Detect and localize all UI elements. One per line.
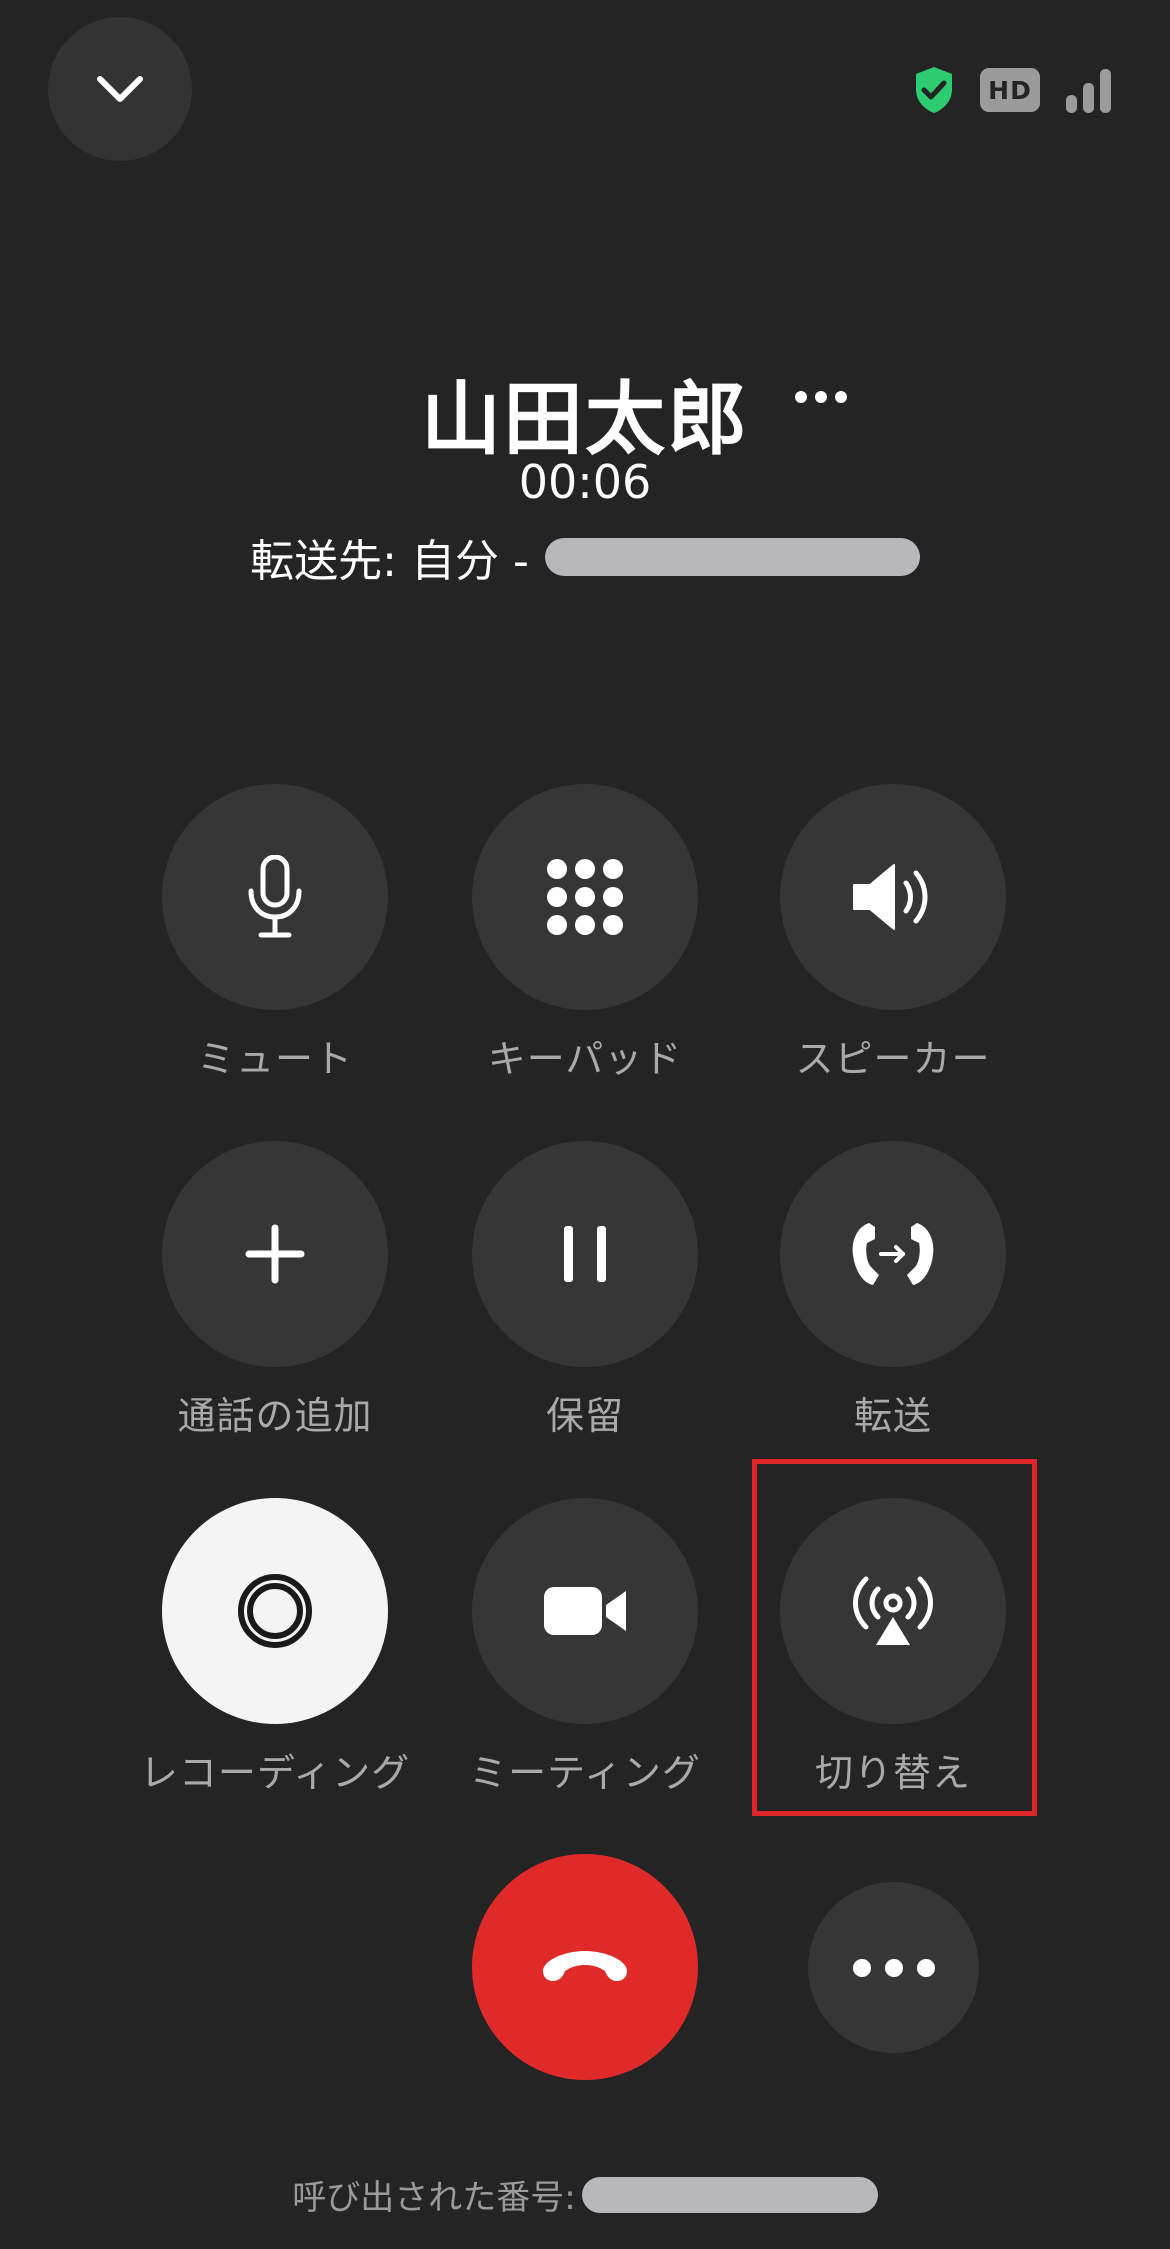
keypad-circle[interactable] (472, 784, 698, 1010)
signal-bars-icon (1066, 69, 1111, 113)
mute-label: ミュート (196, 1037, 353, 1081)
pause-icon (564, 1226, 606, 1282)
plus-icon (245, 1224, 305, 1284)
call-timer: 00:06 (518, 455, 652, 509)
called-number-label: 呼び出された番号: (292, 2178, 576, 2218)
collapse-button[interactable] (48, 17, 192, 161)
more-button[interactable] (808, 1882, 979, 2053)
caller-more-icon[interactable] (795, 391, 847, 403)
recording-label: レコーディング (139, 1751, 411, 1795)
chevron-down-icon (97, 76, 143, 102)
recording-button[interactable]: レコーディング (110, 1498, 440, 1797)
add-call-button[interactable]: 通話の追加 (110, 1141, 440, 1440)
status-icons: HD (912, 62, 1114, 118)
caller-name-row: 山田太郎 (0, 355, 1170, 471)
transfer-button[interactable]: 転送 (728, 1141, 1058, 1440)
switch-highlight-box (752, 1459, 1037, 1816)
more-dot (852, 1958, 871, 1977)
more-dot (916, 1958, 935, 1977)
speaker-icon (853, 864, 928, 930)
redacted-forward-number (544, 538, 920, 576)
meeting-label: ミーティング (469, 1751, 701, 1795)
add-call-circle[interactable] (162, 1141, 388, 1367)
hold-button[interactable]: 保留 (420, 1141, 750, 1440)
microphone-icon (248, 855, 302, 938)
speaker-label: スピーカー (795, 1037, 991, 1081)
more-dot (884, 1958, 903, 1977)
transfer-icon (852, 1223, 934, 1285)
hold-label: 保留 (545, 1394, 624, 1438)
record-icon (238, 1574, 312, 1648)
shield-check-icon (916, 67, 952, 113)
keypad-button[interactable]: キーパッド (420, 784, 750, 1083)
redacted-called-number (581, 2176, 878, 2213)
forward-info: 転送先: 自分 - (0, 525, 1170, 589)
add-call-label: 通話の追加 (177, 1394, 373, 1438)
video-camera-icon (544, 1587, 626, 1635)
end-call-button[interactable] (472, 1854, 698, 2080)
mute-circle[interactable] (162, 784, 388, 1010)
speaker-circle[interactable] (780, 784, 1006, 1010)
called-number-row: 呼び出された番号: (0, 2170, 1170, 2219)
mute-button[interactable]: ミュート (110, 784, 440, 1083)
forward-label: 転送先: 自分 - (250, 536, 529, 587)
speaker-button[interactable]: スピーカー (728, 784, 1058, 1083)
hd-badge: HD (980, 68, 1040, 112)
hangup-phone-icon (543, 1951, 627, 1981)
keypad-icon (547, 859, 623, 935)
meeting-button[interactable]: ミーティング (420, 1498, 750, 1797)
hold-circle[interactable] (472, 1141, 698, 1367)
call-screen: HD 山田太郎 00:06 転送先: 自分 - ミュート キーパッド スピーカー… (0, 0, 1170, 2249)
meeting-circle[interactable] (472, 1498, 698, 1724)
transfer-circle[interactable] (780, 1141, 1006, 1367)
caller-name: 山田太郎 (421, 373, 749, 466)
transfer-label: 転送 (853, 1394, 932, 1438)
keypad-label: キーパッド (487, 1037, 683, 1081)
recording-circle[interactable] (162, 1498, 388, 1724)
